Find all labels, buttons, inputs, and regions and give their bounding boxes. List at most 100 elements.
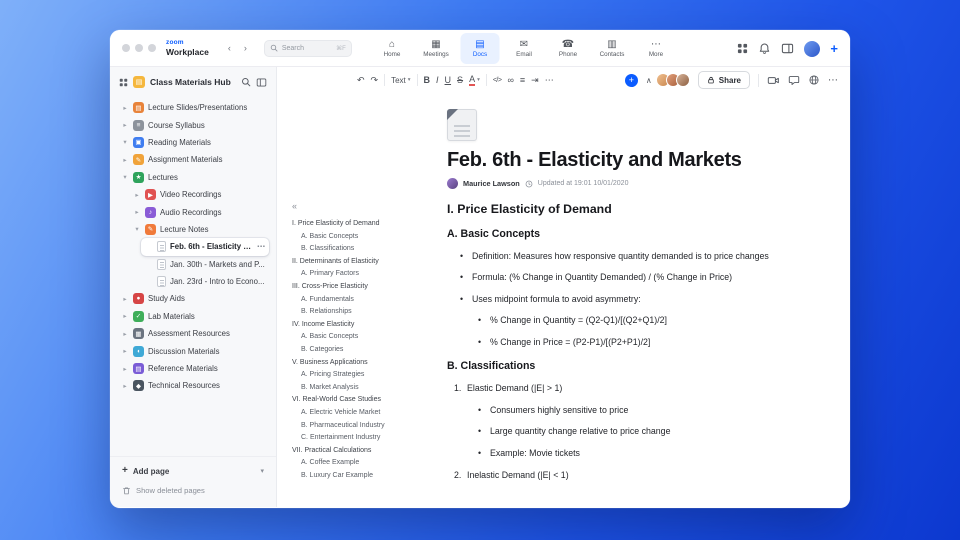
outline-item[interactable]: IV. Income Elasticity — [292, 319, 405, 332]
outline-item[interactable]: II. Determinants of Elasticity — [292, 256, 405, 269]
sidebar-item-assessment-resources[interactable]: ▦ Assessment Resources — [117, 325, 269, 342]
window-controls[interactable] — [122, 44, 156, 52]
comment-icon[interactable] — [788, 74, 800, 86]
add-page-button[interactable]: Add page — [122, 466, 264, 476]
outline-item[interactable]: I. Price Elasticity of Demand — [292, 218, 405, 231]
outline-item[interactable]: A. Fundamentals — [292, 294, 405, 307]
panel-toggle-icon[interactable] — [781, 42, 794, 55]
bell-icon[interactable] — [758, 42, 771, 55]
sidebar-item-video-recordings[interactable]: ▶ Video Recordings — [129, 186, 269, 203]
chevron-icon[interactable] — [121, 382, 129, 390]
sidebar-item-lectures[interactable]: ★ Lectures — [117, 169, 269, 186]
sidebar-item-discussion-materials[interactable]: ◖ Discussion Materials — [117, 342, 269, 359]
outline-item[interactable]: B. Classifications — [292, 243, 405, 256]
sidebar-page-jan-30[interactable]: Jan. 30th - Markets and P... — [141, 256, 269, 273]
tab-docs[interactable]: ▤ Docs — [460, 33, 500, 64]
tab-home[interactable]: ⌂ Home — [373, 33, 412, 64]
user-avatar[interactable] — [804, 40, 821, 57]
outline-item[interactable]: C. Entertainment Industry — [292, 432, 405, 445]
tab-meetings[interactable]: ▦ Meetings — [417, 33, 456, 64]
outline-item[interactable]: A. Basic Concepts — [292, 331, 405, 344]
chevron-icon[interactable] — [121, 138, 129, 146]
chevron-icon[interactable] — [121, 295, 129, 303]
outline-item[interactable]: B. Pharmaceutical Industry — [292, 420, 405, 433]
link-button[interactable]: ∞ — [507, 75, 513, 85]
sidebar-page-jan-23[interactable]: Jan. 23rd - Intro to Econo... — [141, 273, 269, 290]
chevron-icon[interactable] — [121, 104, 129, 112]
video-camera-icon[interactable] — [767, 74, 780, 87]
doc-block[interactable]: B. Classifications — [447, 360, 814, 372]
chevron-down-icon[interactable] — [260, 467, 264, 475]
italic-button[interactable]: I — [436, 75, 439, 85]
chevron-icon[interactable] — [133, 208, 141, 216]
doc-block[interactable]: • % Change in Quantity = (Q2-Q1)/[(Q2+Q1… — [447, 315, 814, 326]
doc-block[interactable]: A. Basic Concepts — [447, 228, 814, 240]
doc-block[interactable]: • Consumers highly sensitive to price — [447, 405, 814, 416]
apps-grid-icon[interactable] — [737, 43, 748, 54]
outline-item[interactable]: A. Coffee Example — [292, 457, 405, 470]
outline-item[interactable]: B. Categories — [292, 344, 405, 357]
tab-email[interactable]: ✉ Email — [505, 33, 544, 64]
outline-item[interactable]: VII. Practical Calculations — [292, 445, 405, 458]
doc-block[interactable]: • Formula: (% Change in Quantity Demande… — [447, 272, 814, 283]
doc-block[interactable]: I. Price Elasticity of Demand — [447, 203, 814, 216]
bullet-list-button[interactable]: ≡ — [520, 75, 525, 85]
more-formatting-button[interactable]: ⋯ — [545, 75, 554, 86]
global-search-input[interactable]: Search ⌘F — [263, 39, 352, 57]
close-window-button[interactable] — [122, 44, 130, 52]
sidebar-item-technical-resources[interactable]: ◆ Technical Resources — [117, 377, 269, 394]
chevron-icon[interactable] — [121, 330, 129, 338]
underline-button[interactable]: U — [445, 75, 452, 85]
tab-contacts[interactable]: ▥ Contacts — [593, 33, 632, 64]
sidebar-page-feb-6[interactable]: Feb. 6th - Elasticity and M... — [141, 238, 269, 256]
outline-item[interactable]: A. Primary Factors — [292, 268, 405, 281]
chevron-icon[interactable] — [133, 191, 141, 199]
chevron-icon[interactable] — [121, 121, 129, 129]
outline-item[interactable]: A. Basic Concepts — [292, 231, 405, 244]
outline-item[interactable]: III. Cross-Price Elasticity — [292, 281, 405, 294]
strikethrough-button[interactable]: S — [457, 75, 463, 85]
sidebar-item-lecture-slides[interactable]: ▤ Lecture Slides/Presentations — [117, 99, 269, 116]
outline-item[interactable]: V. Business Applications — [292, 357, 405, 370]
back-icon[interactable] — [223, 42, 236, 55]
bold-button[interactable]: B — [424, 75, 431, 85]
chevron-icon[interactable] — [121, 365, 129, 373]
forward-icon[interactable] — [239, 42, 252, 55]
text-color-button[interactable]: A ▾ — [469, 74, 480, 86]
text-style-dropdown[interactable]: Text ▾ — [391, 76, 410, 85]
outline-item[interactable]: B. Luxury Car Example — [292, 470, 405, 483]
document-canvas[interactable]: Feb. 6th - Elasticity and Markets Mauric… — [411, 93, 850, 507]
doc-block[interactable]: 2. Inelastic Demand (|E| < 1) — [447, 470, 814, 481]
doc-block[interactable]: • % Change in Price = (P2-P1)/[(P2+P1)/2… — [447, 337, 814, 348]
sidebar-item-lecture-notes[interactable]: ✎ Lecture Notes — [129, 221, 269, 238]
row-more-icon[interactable] — [257, 242, 265, 251]
workspace-grid-icon[interactable] — [119, 78, 128, 87]
chevron-icon[interactable] — [121, 312, 129, 320]
show-deleted-pages-button[interactable]: Show deleted pages — [122, 486, 264, 495]
collapse-toolbar-icon[interactable] — [646, 76, 652, 85]
sidebar-item-course-syllabus[interactable]: ≡ Course Syllabus — [117, 116, 269, 133]
doc-block[interactable]: • Definition: Measures how responsive qu… — [447, 251, 814, 262]
chevron-icon[interactable] — [121, 173, 129, 181]
outline-item[interactable]: B. Relationships — [292, 306, 405, 319]
collaborator-avatar-3[interactable] — [675, 73, 690, 87]
doc-block[interactable]: • Uses midpoint formula to avoid asymmet… — [447, 294, 814, 305]
doc-block[interactable]: • Large quantity change relative to pric… — [447, 426, 814, 437]
sidebar-item-reading-materials[interactable]: ▣ Reading Materials — [117, 134, 269, 151]
collapse-sidebar-icon[interactable] — [256, 77, 267, 88]
redo-icon[interactable]: ↷ — [371, 75, 379, 86]
sidebar-item-lab-materials[interactable]: ✓ Lab Materials — [117, 308, 269, 325]
chevron-icon[interactable] — [121, 156, 129, 164]
zoom-window-button[interactable] — [148, 44, 156, 52]
sidebar-item-study-aids[interactable]: ● Study Aids — [117, 290, 269, 307]
add-new-button[interactable] — [830, 42, 838, 55]
sidebar-item-reference-materials[interactable]: ▤ Reference Materials — [117, 360, 269, 377]
doc-block[interactable]: • Example: Movie tickets — [447, 448, 814, 459]
doc-block[interactable]: 1. Elastic Demand (|E| > 1) — [447, 383, 814, 394]
outline-item[interactable]: VI. Real-World Case Studies — [292, 394, 405, 407]
sidebar-item-assignment-materials[interactable]: ✎ Assignment Materials — [117, 151, 269, 168]
outline-item[interactable]: B. Market Analysis — [292, 382, 405, 395]
code-button[interactable]: </> — [493, 77, 502, 84]
sidebar-search-icon[interactable] — [241, 77, 251, 87]
more-options-icon[interactable] — [828, 75, 838, 86]
